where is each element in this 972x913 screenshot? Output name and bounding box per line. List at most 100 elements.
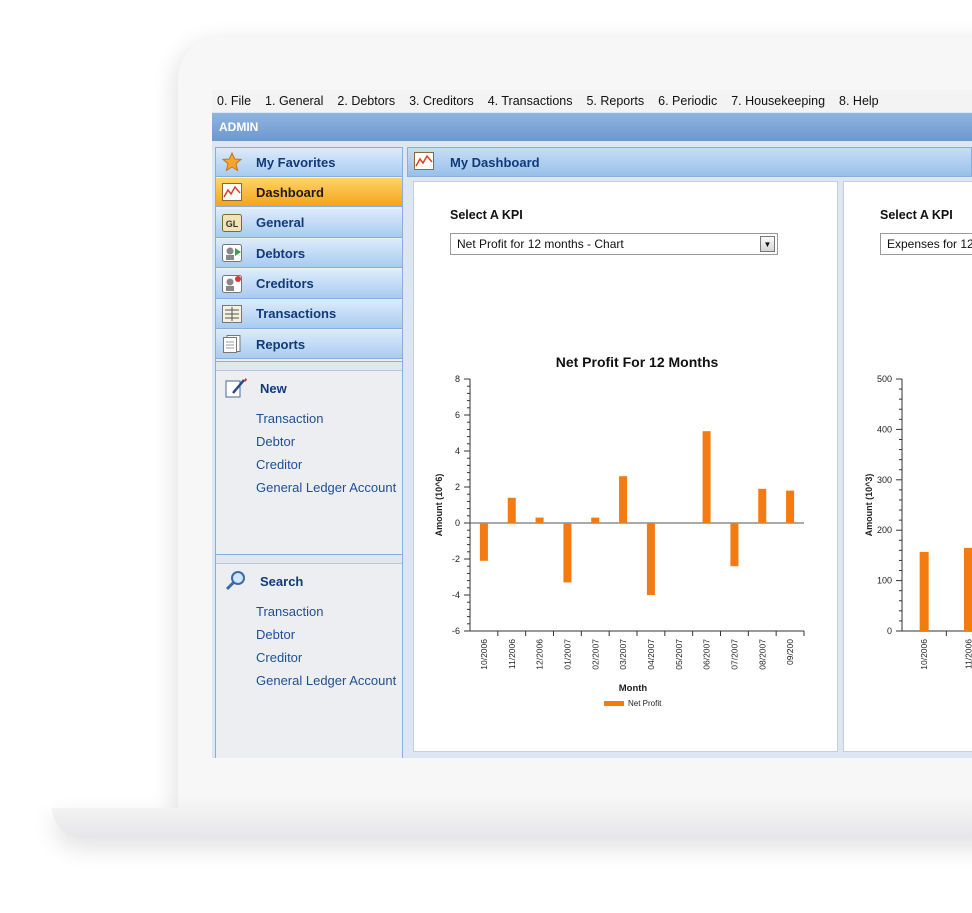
sidebar: My Favorites Dashboard GL General Debtor… [215, 147, 403, 758]
kpi-panel-right: Select A KPI Expenses for 12 m 500400300… [843, 181, 972, 752]
right-y-tick-label: 500 [877, 374, 892, 384]
general-ledger-icon: GL [221, 213, 243, 233]
right-y-tick-label: 300 [877, 475, 892, 485]
nav-label: Reports [256, 336, 306, 352]
left-y-tick-label: 6 [455, 410, 460, 420]
reports-icon [221, 334, 243, 354]
new-section-header: New [216, 371, 402, 407]
nav-label: Debtors [256, 245, 306, 261]
menu-general[interactable]: 1. General [265, 94, 323, 108]
left-y-tick-label: 2 [455, 482, 460, 492]
left-bar [563, 523, 572, 583]
menu-help[interactable]: 8. Help [839, 94, 879, 108]
right-y-axis-label: Amount (10^3) [864, 474, 874, 537]
left-y-axis-label: Amount (10^6) [434, 474, 444, 537]
line-chart-icon [221, 182, 243, 202]
left-bar [591, 517, 600, 523]
creditors-icon [221, 274, 243, 294]
nav-transactions[interactable]: Transactions [216, 299, 402, 329]
left-y-tick-label: -2 [452, 554, 460, 564]
transactions-icon [221, 304, 243, 324]
right-x-tick-label: 11/2006 [964, 639, 972, 669]
right-x-tick-label: 10/2006 [919, 639, 929, 670]
left-bar [702, 431, 711, 523]
left-x-tick-label: 06/2007 [702, 639, 712, 670]
new-gl-account-link[interactable]: General Ledger Account [216, 476, 402, 499]
left-y-tick-label: 4 [455, 446, 460, 456]
search-transaction-link[interactable]: Transaction [216, 600, 402, 623]
new-section-title: New [260, 381, 287, 397]
left-x-axis-label: Month [619, 683, 648, 694]
left-y-tick-label: -4 [452, 590, 460, 600]
expenses-chart: 500 400 300 200 100 0 Amount (10^3) 10/2006 11/2… [864, 374, 972, 670]
right-y-tick-label: 0 [887, 626, 892, 636]
nav-reports[interactable]: Reports [216, 330, 402, 360]
left-bar [758, 488, 767, 523]
menu-reports[interactable]: 5. Reports [586, 94, 644, 108]
svg-text:GL: GL [226, 219, 239, 229]
nav-general[interactable]: GL General [216, 208, 402, 238]
menu-periodic[interactable]: 6. Periodic [658, 94, 717, 108]
star-icon [221, 152, 243, 172]
new-debtor-link[interactable]: Debtor [216, 430, 402, 453]
search-creditor-link[interactable]: Creditor [216, 646, 402, 669]
left-y-tick-label: -6 [452, 626, 460, 636]
new-document-icon [224, 377, 250, 401]
debtors-icon [221, 243, 243, 263]
nav-dashboard[interactable]: Dashboard [216, 178, 402, 208]
nav-creditors[interactable]: Creditors [216, 269, 402, 299]
new-transaction-link[interactable]: Transaction [216, 407, 402, 430]
laptop-base [52, 808, 972, 838]
search-section: Search Transaction Debtor Creditor Gener… [216, 553, 402, 692]
search-gl-account-link[interactable]: General Ledger Account [216, 669, 402, 692]
left-x-tick-label: 12/2006 [535, 639, 545, 670]
nav-debtors[interactable]: Debtors [216, 239, 402, 269]
right-bar [919, 551, 929, 631]
dashboard-title: My Dashboard [450, 154, 540, 170]
left-x-tick-label: 03/2007 [618, 639, 628, 670]
left-bar [786, 490, 795, 523]
nav-label: General [256, 215, 305, 231]
kpi-panel-left: Select A KPI Net Profit for 12 months - … [413, 181, 838, 752]
left-bar [479, 523, 488, 561]
left-x-tick-label: 09/200 [785, 639, 795, 665]
menu-debtors[interactable]: 2. Debtors [337, 94, 395, 108]
left-legend-swatch [604, 701, 624, 706]
left-bar [619, 476, 628, 523]
menu-file[interactable]: 0. File [217, 94, 251, 108]
menu-creditors[interactable]: 3. Creditors [409, 94, 474, 108]
menu-housekeeping[interactable]: 7. Housekeeping [731, 94, 825, 108]
search-section-header: Search [216, 564, 402, 600]
user-bar: ADMIN [212, 113, 972, 141]
left-bar [730, 523, 739, 567]
menu-transactions[interactable]: 4. Transactions [488, 94, 573, 108]
left-x-tick-label: 11/2006 [507, 639, 517, 669]
menu-bar: 0. File 1. General 2. Debtors 3. Credito… [212, 90, 972, 112]
left-x-tick-label: 04/2007 [646, 639, 656, 670]
left-bar [507, 497, 516, 523]
left-x-tick-label: 02/2007 [590, 639, 600, 670]
app-window: 0. File 1. General 2. Debtors 3. Credito… [212, 90, 972, 758]
left-x-tick-label: 01/2007 [562, 639, 572, 670]
right-bar [964, 547, 972, 631]
nav-label: Creditors [256, 276, 314, 292]
left-x-tick-label: 10/2006 [479, 639, 489, 670]
section-divider [216, 361, 402, 371]
left-y-tick-label: 0 [455, 518, 460, 528]
nav-label: My Favorites [256, 154, 336, 170]
right-y-tick-label: 100 [877, 576, 892, 586]
left-x-tick-label: 07/2007 [729, 639, 739, 670]
left-chart-title: Net Profit For 12 Months [556, 354, 719, 370]
new-creditor-link[interactable]: Creditor [216, 453, 402, 476]
left-x-tick-label: 05/2007 [674, 639, 684, 670]
left-y-tick-label: 8 [455, 374, 460, 384]
nav-my-favorites[interactable]: My Favorites [216, 148, 402, 177]
search-debtor-link[interactable]: Debtor [216, 623, 402, 646]
magnifier-icon [224, 570, 250, 594]
right-y-tick-label: 200 [877, 525, 892, 535]
net-profit-chart: Net Profit For 12 Months 8 6 4 2 0 -2 -4 -6 Amoun… [434, 354, 805, 708]
dashboard-header: My Dashboard [407, 147, 972, 177]
left-legend-label: Net Profit [628, 699, 662, 708]
nav-label: Dashboard [256, 184, 324, 200]
left-bar [535, 517, 544, 523]
